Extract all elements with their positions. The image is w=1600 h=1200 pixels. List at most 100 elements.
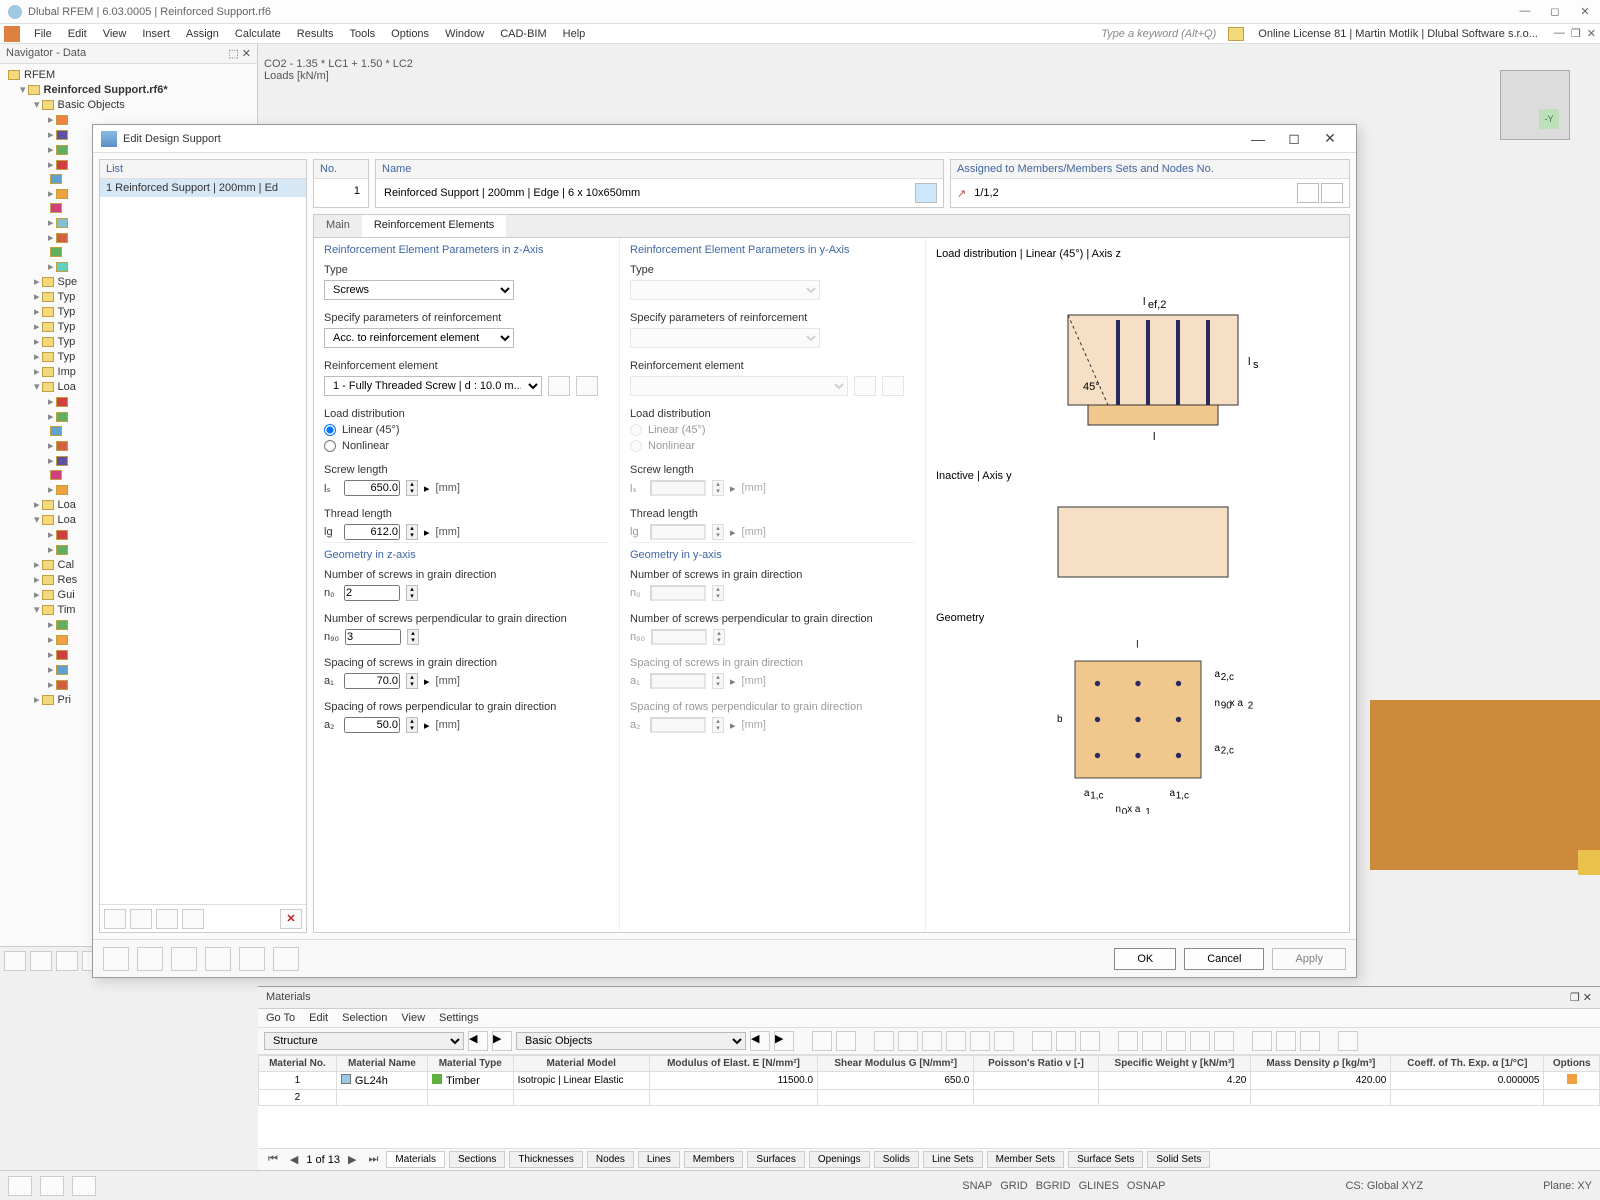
close-button[interactable]: ✕ [1578,5,1592,19]
footer-tool1[interactable] [103,947,129,971]
z-ls-spinner[interactable]: ▴▾ [406,480,418,496]
mat-combo-basic[interactable]: Basic Objects [516,1032,746,1050]
tree-item[interactable]: Typ [58,321,76,333]
z-n0-input[interactable] [344,585,400,601]
tree-item[interactable]: Typ [58,336,76,348]
z-a1-spinner[interactable]: ▴▾ [406,673,418,689]
tree-item[interactable]: Typ [58,351,76,363]
tree-item[interactable]: Pri [58,694,71,706]
mat-tool-q[interactable] [1276,1031,1296,1051]
tree-item[interactable]: Loa [58,514,76,526]
col-matmodel[interactable]: Material Model [513,1056,649,1072]
tree-item[interactable]: Res [58,574,78,586]
footer-tool5[interactable] [239,947,265,971]
z-elem-select[interactable]: 1 - Fully Threaded Screw | d : 10.0 m... [324,376,542,396]
doc-minimize-button[interactable]: — [1554,27,1565,40]
mat-menu-selection[interactable]: Selection [342,1012,387,1024]
tree-item[interactable]: Cal [58,559,75,571]
list-row[interactable]: 1 Reinforced Support | 200mm | Ed [100,179,306,197]
z-arrow-icon[interactable]: ▸ [424,482,430,495]
materials-close-icon[interactable]: ✕ [1583,992,1592,1004]
footer-tool3[interactable] [171,947,197,971]
mat-tool-fx[interactable] [1166,1031,1186,1051]
mat-menu-goto[interactable]: Go To [266,1012,295,1024]
assigned-select-button[interactable] [1321,183,1343,203]
mat-tool-a[interactable] [812,1031,832,1051]
tabnav-last[interactable]: ⏭ [364,1153,382,1166]
ok-button[interactable]: OK [1114,948,1176,970]
menu-edit[interactable]: Edit [60,26,95,42]
col-matname[interactable]: Material Name [336,1056,427,1072]
nav-tool-2[interactable] [30,951,52,971]
tree-item[interactable]: Loa [58,499,76,511]
col-gamma[interactable]: Specific Weight γ [kN/m³] [1098,1056,1251,1072]
mat-tool-e[interactable] [922,1031,942,1051]
z-elem-new-button[interactable] [548,376,570,396]
col-alpha[interactable]: Coeff. of Th. Exp. α [1/°C] [1391,1056,1544,1072]
assigned-input[interactable] [972,185,1291,201]
nav-tool-1[interactable] [4,951,26,971]
list-new-button[interactable] [104,909,126,929]
z-lg-spinner[interactable]: ▴▾ [406,524,418,540]
tree-item[interactable]: Gui [58,589,75,601]
mat-menu-settings[interactable]: Settings [439,1012,479,1024]
table-row[interactable]: 1 GL24h Timber Isotropic | Linear Elasti… [259,1072,1600,1090]
materials-pin-icon[interactable]: ❐ [1570,992,1580,1004]
status-grid[interactable]: GRID [1000,1180,1028,1192]
list-tool4-button[interactable] [182,909,204,929]
table-row[interactable]: 2 [259,1090,1600,1106]
mat-tool-g[interactable] [970,1031,990,1051]
footer-tool2[interactable] [137,947,163,971]
dialog-close-button[interactable]: ✕ [1312,130,1348,147]
tree-item[interactable]: Typ [58,306,76,318]
mat-tool-d[interactable] [898,1031,918,1051]
dialog-maximize-button[interactable]: ◻ [1276,130,1312,147]
col-rho[interactable]: Mass Density ρ [kg/m³] [1251,1056,1391,1072]
mat-tool-l[interactable] [1118,1031,1138,1051]
col-nu[interactable]: Poisson's Ratio ν [-] [974,1056,1098,1072]
mat-tool-c[interactable] [874,1031,894,1051]
mat-tool-h[interactable] [994,1031,1014,1051]
mat-tool-b[interactable] [836,1031,856,1051]
tree-item[interactable]: Loa [58,381,76,393]
menu-insert[interactable]: Insert [134,26,178,42]
z-a2-input[interactable] [344,717,400,733]
z-a1-input[interactable] [344,673,400,689]
doc-restore-button[interactable]: ❐ [1571,27,1581,40]
mat-tool-f[interactable] [946,1031,966,1051]
mtab-solids[interactable]: Solids [874,1151,919,1168]
list-tool3-button[interactable] [156,909,178,929]
tree-file[interactable]: Reinforced Support.rf6* [44,84,168,96]
assigned-pick-button[interactable] [1297,183,1319,203]
mat-tool-i[interactable] [1032,1031,1052,1051]
menu-help[interactable]: Help [555,26,594,42]
no-input[interactable] [320,183,362,199]
mat-tool-k[interactable] [1080,1031,1100,1051]
mat-menu-edit[interactable]: Edit [309,1012,328,1024]
maximize-button[interactable]: ◻ [1548,5,1562,19]
z-type-select[interactable]: Screws [324,280,514,300]
mtab-lines[interactable]: Lines [638,1151,680,1168]
mtab-solidsets[interactable]: Solid Sets [1147,1151,1210,1168]
status-snap[interactable]: SNAP [962,1180,992,1192]
status-bgrid[interactable]: BGRID [1036,1180,1071,1192]
mat-tool-p[interactable] [1252,1031,1272,1051]
z-n0-spinner[interactable]: ▴▾ [406,585,418,601]
tree-item[interactable]: Spe [58,276,78,288]
col-options[interactable]: Options [1544,1056,1600,1072]
status-glines[interactable]: GLINES [1079,1180,1119,1192]
menu-calculate[interactable]: Calculate [227,26,289,42]
tree-basic[interactable]: Basic Objects [58,99,125,111]
status-btn1[interactable] [8,1176,32,1196]
mat-tool-nav-next[interactable]: ▶ [492,1031,512,1051]
z-a2-arrow-icon[interactable]: ▸ [424,719,430,732]
menu-options[interactable]: Options [383,26,437,42]
menu-assign[interactable]: Assign [178,26,227,42]
menu-results[interactable]: Results [289,26,342,42]
mtab-linesets[interactable]: Line Sets [923,1151,983,1168]
list-copy-button[interactable] [130,909,152,929]
mat-tool-search[interactable] [1338,1031,1358,1051]
status-btn3[interactable] [72,1176,96,1196]
mtab-openings[interactable]: Openings [809,1151,870,1168]
tab-main[interactable]: Main [314,215,362,237]
